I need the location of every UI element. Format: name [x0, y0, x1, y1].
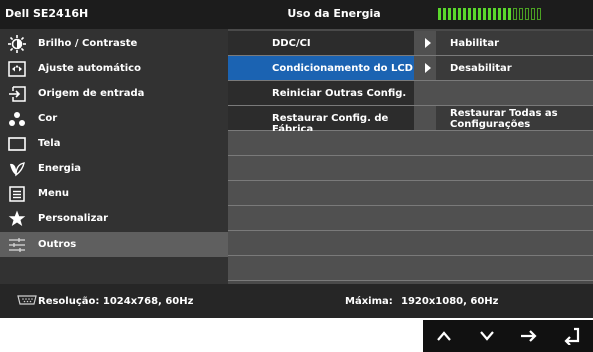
empty-row — [228, 131, 593, 156]
max-resolution-value: 1920x1080, 60Hz — [401, 296, 499, 307]
energy-usage-meter — [438, 8, 541, 20]
others-icon — [8, 236, 26, 253]
page-title: Uso da Energia — [287, 7, 381, 20]
submenu-panel: DDC/CI Habilitar Condicionamento do LCD … — [228, 29, 593, 284]
submenu-row-condicionamento: Condicionamento do LCD Desabilitar — [228, 56, 593, 81]
empty-row — [228, 181, 593, 206]
display-icon — [8, 135, 26, 152]
empty-row — [228, 231, 593, 256]
option-restaurar-todas[interactable]: Restaurar Todas as Configurações — [436, 106, 593, 130]
submenu-item-reiniciar-outras[interactable]: Reiniciar Outras Config. — [228, 81, 414, 105]
menu-item-ajuste-automatico[interactable]: Ajuste automático — [0, 56, 228, 81]
menu-item-label: Menu — [38, 188, 69, 199]
submenu-item-ddc-ci[interactable]: DDC/CI — [228, 31, 414, 55]
menu-item-label: Personalizar — [38, 213, 109, 224]
empty-row — [228, 206, 593, 231]
submenu-row-restaurar: Restaurar Config. de Fábrica Restaurar T… — [228, 106, 593, 135]
star-icon — [8, 210, 26, 227]
max-resolution-label: Máxima: — [345, 296, 393, 307]
menu-item-energia[interactable]: Energia — [0, 156, 228, 181]
down-arrow-icon[interactable] — [466, 320, 509, 352]
submenu-row-reiniciar: Reiniciar Outras Config. — [228, 81, 593, 106]
menu-item-tela[interactable]: Tela — [0, 131, 228, 156]
input-source-icon — [8, 85, 26, 102]
play-arrow-icon — [425, 63, 431, 73]
menu-item-outros[interactable]: Outros — [0, 232, 228, 257]
auto-adjust-icon — [8, 60, 26, 77]
menu-item-label: Brilho / Contraste — [38, 38, 138, 49]
empty-row — [228, 156, 593, 181]
navigation-buttons — [423, 320, 593, 352]
submenu-row-ddc-ci: DDC/CI Habilitar — [228, 31, 593, 56]
right-arrow-icon[interactable] — [508, 320, 551, 352]
submenu-item-restaurar-fabrica[interactable]: Restaurar Config. de Fábrica — [228, 106, 414, 135]
menu-item-cor[interactable]: Cor — [0, 106, 228, 131]
energy-icon — [8, 160, 26, 177]
back-arrow-icon[interactable] — [551, 320, 593, 352]
option-desabilitar[interactable]: Desabilitar — [436, 56, 593, 80]
main-menu: Brilho / Contraste Ajuste automático Ori… — [0, 29, 228, 284]
up-arrow-icon[interactable] — [423, 320, 466, 352]
color-icon — [8, 110, 26, 127]
option-habilitar[interactable]: Habilitar — [436, 31, 593, 55]
menu-item-label: Ajuste automático — [38, 63, 141, 74]
connector-icon — [17, 295, 39, 306]
menu-item-brilho-contraste[interactable]: Brilho / Contraste — [0, 31, 228, 56]
menu-item-label: Energia — [38, 163, 81, 174]
title-bar: Dell SE2416H Uso da Energia — [0, 0, 593, 29]
resolution-label: Resolução: 1024x768, 60Hz — [38, 296, 194, 307]
monitor-model: Dell SE2416H — [5, 7, 89, 20]
submenu-item-condicionamento-lcd[interactable]: Condicionamento do LCD — [228, 56, 414, 80]
status-bar: Resolução: 1024x768, 60Hz Máxima: 1920x1… — [0, 284, 593, 318]
menu-item-label: Origem de entrada — [38, 88, 145, 99]
menu-item-origem-entrada[interactable]: Origem de entrada — [0, 81, 228, 106]
menu-item-personalizar[interactable]: Personalizar — [0, 206, 228, 231]
menu-item-label: Cor — [38, 113, 58, 124]
monitor-osd: Dell SE2416H Uso da Energia Brilho / Con… — [0, 0, 593, 318]
menu-item-menu[interactable]: Menu — [0, 181, 228, 206]
empty-row — [228, 256, 593, 281]
menu-icon — [8, 185, 26, 202]
menu-item-label: Outros — [38, 239, 77, 250]
brightness-icon — [8, 34, 26, 53]
menu-item-label: Tela — [38, 138, 61, 149]
play-arrow-icon — [425, 38, 431, 48]
